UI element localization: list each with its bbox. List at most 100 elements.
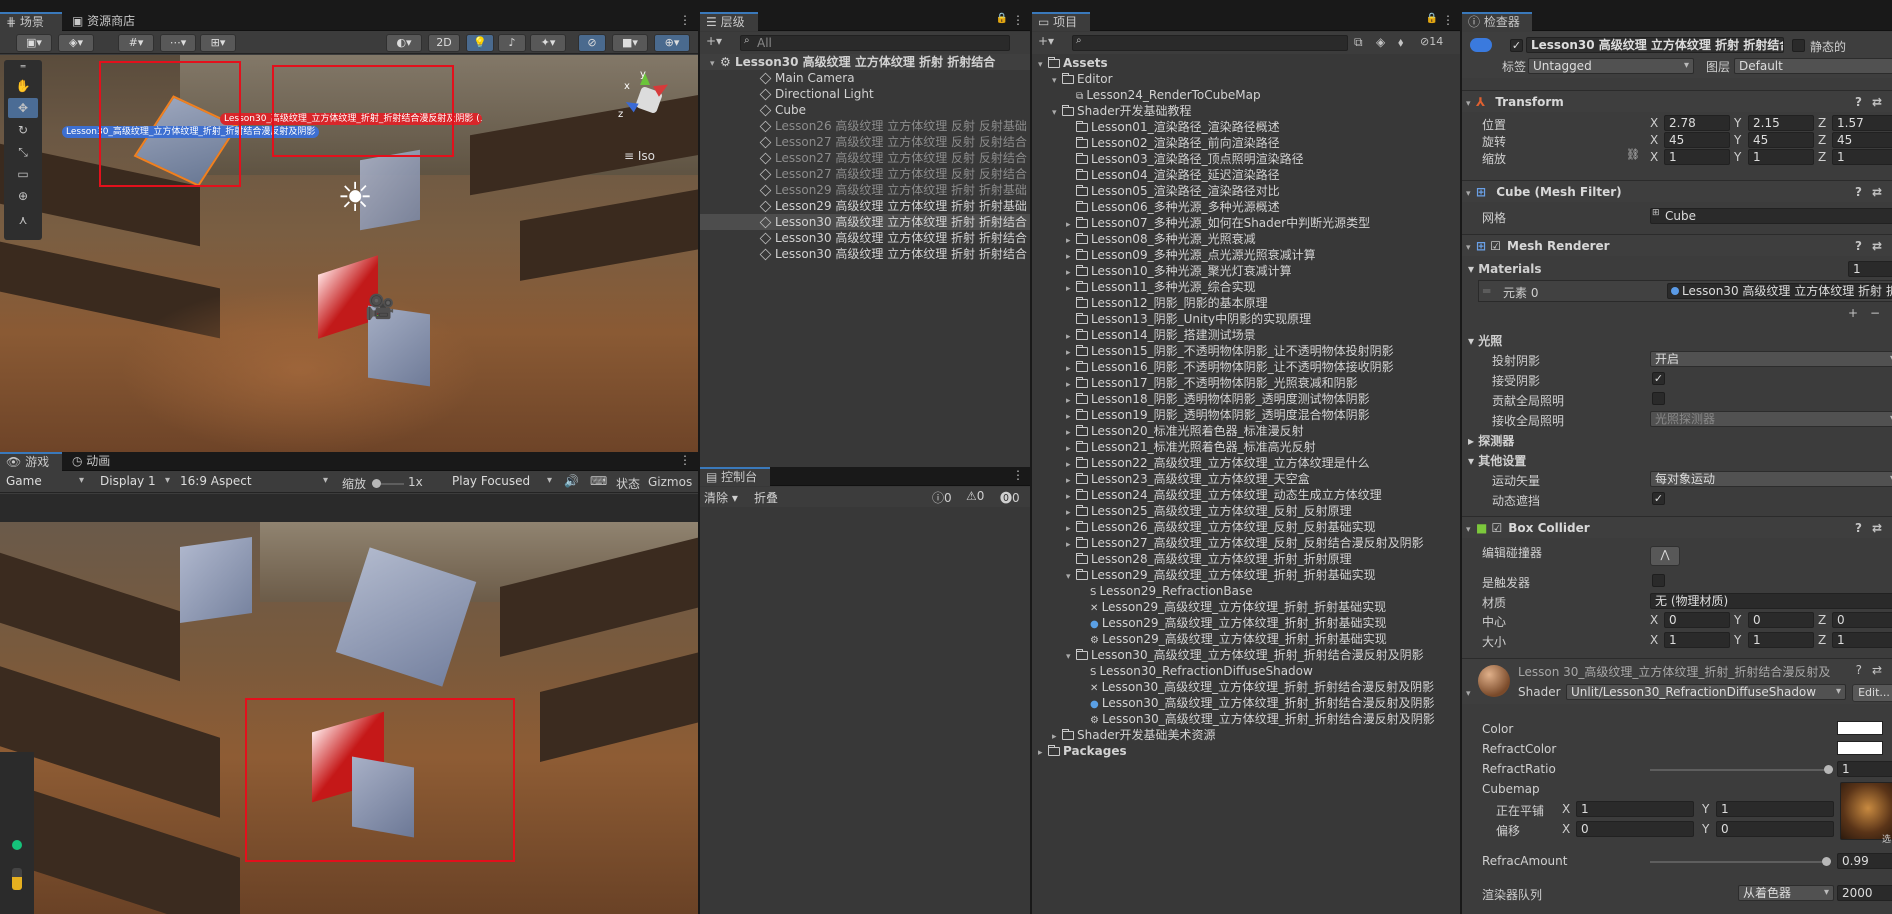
layer-dropdown[interactable]: Default <box>1734 58 1892 74</box>
hierarchy-row[interactable]: Lesson27 高级纹理 立方体纹理 反射 反射结合 <box>700 150 1030 166</box>
shading-button[interactable]: ◐▾ <box>386 34 422 52</box>
scene-root-row[interactable]: ▾ ⚙ Lesson30 高级纹理 立方体纹理 折射 折射结合 <box>700 54 1030 70</box>
project-item[interactable]: ▾ Editor <box>1032 71 1460 87</box>
hierarchy-row[interactable]: Lesson29 高级纹理 立方体纹理 折射 折射基础 <box>700 198 1030 214</box>
cast-shadows-dropdown[interactable]: 开启 <box>1650 351 1892 367</box>
enabled-checkbox-icon[interactable]: ☑ <box>1492 521 1503 535</box>
expand-arrow-icon[interactable]: ▸ <box>1066 409 1076 423</box>
aspect-dropdown[interactable]: 16:9 Aspect <box>176 474 332 490</box>
project-item[interactable]: Lesson01_渲染路径_渲染路径概述 <box>1032 119 1460 135</box>
expand-arrow-icon[interactable]: ▸ <box>1066 393 1076 407</box>
position-z-field[interactable]: 1.57 <box>1832 115 1892 131</box>
expand-arrow-icon[interactable]: ▸ <box>1066 441 1076 455</box>
additional-settings-label[interactable]: ▾ 其他设置 <box>1468 452 1526 469</box>
expand-arrow-icon[interactable]: ▸ <box>1066 473 1076 487</box>
position-x-field[interactable]: 2.78 <box>1664 115 1730 131</box>
tag-dropdown[interactable]: Untagged <box>1528 58 1694 74</box>
camera-settings-button[interactable]: ■▾ <box>612 34 648 52</box>
hierarchy-row[interactable]: Lesson26 高级纹理 立方体纹理 反射 反射基础 <box>700 118 1030 134</box>
hierarchy-row[interactable]: Main Camera <box>700 70 1030 86</box>
edit-shader-button[interactable]: Edit... <box>1852 684 1892 702</box>
refract-ratio-slider[interactable] <box>1650 765 1833 774</box>
add-element-button[interactable]: + <box>1848 306 1858 320</box>
hierarchy-search-input[interactable]: All <box>740 35 1010 51</box>
expand-arrow-icon[interactable]: ▸ <box>1066 249 1076 263</box>
more-options-icon[interactable]: ⋮ <box>679 13 691 27</box>
project-item[interactable]: ▾ Shader开发基础教程 <box>1032 103 1460 119</box>
project-item[interactable]: S Lesson29_RefractionBase <box>1032 583 1460 599</box>
gizmos-toggle[interactable]: Gizmos <box>648 475 692 489</box>
search-by-label-icon[interactable]: ◈ <box>1376 35 1385 49</box>
hierarchy-row[interactable]: Lesson30 高级纹理 立方体纹理 折射 折射结合 <box>700 230 1030 246</box>
tab-scene[interactable]: ⋕ 场景 <box>0 12 62 31</box>
offset-y-field[interactable]: 0 <box>1716 821 1834 837</box>
expand-arrow-icon[interactable]: ▸ <box>1066 217 1076 231</box>
project-item[interactable]: ● Lesson30_高级纹理_立方体纹理_折射_折射结合漫反射及阴影 <box>1032 695 1460 711</box>
mesh-filter-header[interactable]: ▾ ⊞ Cube (Mesh Filter) ? ⇄ <box>1462 180 1892 202</box>
project-item[interactable]: ▾ Assets <box>1032 55 1460 71</box>
help-icon[interactable]: ? <box>1856 663 1862 677</box>
center-y-field[interactable]: 0 <box>1748 612 1814 628</box>
hierarchy-row[interactable]: Directional Light <box>700 86 1030 102</box>
expand-arrow-icon[interactable]: ▾ <box>1466 519 1476 541</box>
more-options-icon[interactable]: ⋮ <box>1012 13 1024 27</box>
project-item[interactable]: ▸ Lesson24_高级纹理_立方体纹理_动态生成立方体纹理 <box>1032 487 1460 503</box>
material-header[interactable]: Lesson 30_高级纹理_立方体纹理_折射_折射结合漫反射及 ? ⇄ ▾ S… <box>1462 658 1892 704</box>
project-item[interactable]: ▸ Lesson16_阴影_不透明物体阴影_让不透明物体接收阴影 <box>1032 359 1460 375</box>
rotation-z-field[interactable]: 45 <box>1832 132 1892 148</box>
size-x-field[interactable]: 1 <box>1664 632 1730 648</box>
expand-arrow-icon[interactable]: ▸ <box>1066 457 1076 471</box>
project-item[interactable]: Lesson03_渲染路径_顶点照明渲染路径 <box>1032 151 1460 167</box>
tab-inspector[interactable]: ⓘ 检查器 <box>1462 12 1532 31</box>
rotate-tool-icon[interactable]: ↻ <box>8 120 38 140</box>
project-item[interactable]: ▾ Lesson29_高级纹理_立方体纹理_折射_折射基础实现 <box>1032 567 1460 583</box>
project-item[interactable]: ▸ Lesson20_标准光照着色器_标准漫反射 <box>1032 423 1460 439</box>
project-item[interactable]: ▸ Lesson14_阴影_搭建测试场景 <box>1032 327 1460 343</box>
project-item[interactable]: ✕ Lesson30_高级纹理_立方体纹理_折射_折射结合漫反射及阴影 <box>1032 679 1460 695</box>
lock-icon[interactable]: 🔒 <box>996 13 1008 24</box>
project-item[interactable]: ⚙ Lesson29_高级纹理_立方体纹理_折射_折射基础实现 <box>1032 631 1460 647</box>
gizmo-axis-x-icon[interactable]: x <box>624 81 630 92</box>
tab-console[interactable]: ▤ 控制台 <box>700 467 770 486</box>
expand-arrow-icon[interactable]: ▸ <box>1066 377 1076 391</box>
dynamic-occlusion-checkbox[interactable]: ✓ <box>1652 492 1665 505</box>
expand-arrow-icon[interactable]: ▸ <box>1038 745 1048 759</box>
gizmos-button[interactable]: ⊕▾ <box>654 34 690 52</box>
project-item[interactable]: ▸ Lesson27_高级纹理_立方体纹理_反射_反射结合漫反射及阴影 <box>1032 535 1460 551</box>
remove-element-button[interactable]: − <box>1870 306 1880 320</box>
center-x-field[interactable]: 0 <box>1664 612 1730 628</box>
help-icon[interactable]: ? <box>1855 181 1862 203</box>
materials-label[interactable]: ▾ Materials <box>1468 262 1542 276</box>
scale-z-field[interactable]: 1 <box>1832 149 1892 165</box>
project-item[interactable]: ⚙ Lesson30_高级纹理_立方体纹理_折射_折射结合漫反射及阴影 <box>1032 711 1460 727</box>
lock-icon[interactable]: 🔒 <box>1426 13 1438 24</box>
create-asset-button[interactable]: +▾ <box>1038 34 1054 48</box>
render-queue-dropdown[interactable]: 从着色器 <box>1738 885 1834 901</box>
physics-material-field[interactable]: 无 (物理材质) <box>1650 593 1892 609</box>
expand-arrow-icon[interactable]: ▾ <box>1466 237 1476 259</box>
rotation-x-field[interactable]: 45 <box>1664 132 1730 148</box>
project-item[interactable]: Lesson12_阴影_阴影的基本原理 <box>1032 295 1460 311</box>
edit-collider-button[interactable]: ⋀ <box>1650 546 1680 566</box>
expand-arrow-icon[interactable]: ▸ <box>1052 729 1062 743</box>
audio-toggle-icon[interactable]: ♪ <box>498 34 526 52</box>
expand-arrow-icon[interactable]: ▾ <box>1066 649 1076 663</box>
project-item[interactable]: ⧉ Lesson24_RenderToCubeMap <box>1032 87 1460 103</box>
more-options-icon[interactable]: ⋮ <box>1442 13 1454 27</box>
rotation-y-field[interactable]: 45 <box>1748 132 1814 148</box>
snap-button[interactable]: ⋯▾ <box>160 34 196 52</box>
cubemap-select-label[interactable]: 选 <box>1882 832 1891 845</box>
project-item[interactable]: Lesson02_渲染路径_前向渲染路径 <box>1032 135 1460 151</box>
project-item[interactable]: Lesson28_高级纹理_立方体纹理_折射_折射原理 <box>1032 551 1460 567</box>
expand-arrow-icon[interactable]: ▾ <box>710 56 720 70</box>
expand-arrow-icon[interactable]: ▾ <box>1466 183 1476 205</box>
glass-cube[interactable] <box>180 536 252 624</box>
refract-ratio-knob[interactable] <box>1824 765 1833 774</box>
more-options-icon[interactable]: ⋮ <box>1012 468 1024 482</box>
project-item[interactable]: Lesson04_渲染路径_延迟渲染路径 <box>1032 167 1460 183</box>
expand-arrow-icon[interactable]: ▸ <box>1066 521 1076 535</box>
tiling-x-field[interactable]: 1 <box>1576 801 1694 817</box>
help-icon[interactable]: ? <box>1855 235 1862 257</box>
tab-game[interactable]: 👁 游戏 <box>0 452 62 471</box>
settings-icon[interactable]: ⇄ <box>1872 663 1882 677</box>
